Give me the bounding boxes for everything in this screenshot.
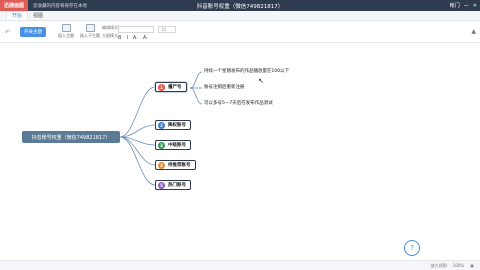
insert-topic-icon <box>61 24 71 32</box>
insert-subtopic-icon <box>85 24 95 32</box>
font-family-select[interactable] <box>118 26 154 33</box>
zoom-controls: 放大视图 100% ▣ <box>431 263 474 269</box>
insert-topic-button[interactable]: 插入主题 <box>58 24 74 39</box>
priority-4-icon: 4 <box>158 161 165 169</box>
leaf-topic-2[interactable]: 账号注销后重新注册 <box>204 84 245 90</box>
connector-leaf-1 <box>189 71 203 89</box>
tab-start[interactable]: 开始 <box>6 11 29 20</box>
priority-1-icon: 1 <box>158 83 165 91</box>
leaf-topic-1[interactable]: 持续一个星期发布的作品播放量在100以下 <box>204 68 289 74</box>
toolbar: ↶ 开关主题 插入主题 插入子主题 编辑模式 大纲模式 10 B I A· A·… <box>0 21 480 43</box>
insert-subtopic-label: 插入子主题 <box>80 33 100 38</box>
priority-3-icon: 3 <box>158 141 165 149</box>
topic-pending-account[interactable]: 4 待推荐账号 <box>155 160 196 170</box>
collapse-toolbar-icon[interactable]: ▲ <box>471 28 476 35</box>
connector-lines <box>119 71 203 186</box>
topic-label: 中级账号 <box>168 143 186 148</box>
topic-label: 待推荐账号 <box>168 163 191 168</box>
theme-button[interactable]: 开关主题 <box>20 27 46 37</box>
save-tip: 您收藏的内容将保存在本地 <box>33 3 88 9</box>
zoom-in-button[interactable]: 放大视图 <box>431 263 447 269</box>
edit-mode-toggle[interactable]: 编辑模式 <box>102 25 118 31</box>
user-name[interactable]: 帐门 <box>450 2 460 9</box>
mouse-cursor-icon: ↖ <box>258 77 264 85</box>
help-icon[interactable]: ? <box>404 240 420 256</box>
minimize-icon[interactable]: — <box>464 3 469 9</box>
bold-button[interactable]: B <box>118 35 121 41</box>
insert-topic-label: 插入主题 <box>58 33 74 38</box>
topic-demoted-account[interactable]: 2 降权账号 <box>155 120 191 130</box>
root-topic[interactable]: 抖音账号权重（微信749821817） <box>22 131 120 143</box>
undo-icon[interactable]: ↶ <box>5 29 10 36</box>
zoom-level: 100% <box>452 263 465 268</box>
menu-bar: 开始 视图 <box>0 11 480 21</box>
leaf-topic-3[interactable]: 可以多号5—7天后在发布作品测试 <box>204 100 273 106</box>
title-bar: 迅捷画图 您收藏的内容将保存在本地 抖音账号权重（微信749821817） 帐门… <box>0 0 480 11</box>
priority-2-icon: 2 <box>158 121 165 129</box>
app-name: 迅捷画图 <box>4 3 25 9</box>
outline-mode-toggle[interactable]: 大纲模式 <box>102 33 118 39</box>
status-bar: 放大视图 100% ▣ <box>0 260 480 270</box>
font-color-button[interactable]: A· <box>133 35 138 41</box>
connector-root-1 <box>119 86 156 138</box>
connector-leaf-3 <box>189 87 203 105</box>
close-icon[interactable]: ✕ <box>473 3 477 9</box>
topic-hot-account[interactable]: 5 热门账号 <box>155 180 191 190</box>
tab-view[interactable]: 视图 <box>28 11 48 20</box>
app-logo[interactable]: 迅捷画图 <box>0 0 29 11</box>
topic-mid-account[interactable]: 3 中级账号 <box>155 140 191 150</box>
topic-zombie-account[interactable]: 1 僵尸号 <box>155 82 187 92</box>
font-size-select[interactable]: 10 <box>158 26 176 33</box>
window-controls: 帐门 — ✕ <box>450 0 477 11</box>
topic-label: 僵尸号 <box>168 85 182 90</box>
format-buttons: B I A· A· <box>118 35 148 41</box>
highlight-button[interactable]: A· <box>143 35 148 41</box>
mindmap-canvas[interactable]: 抖音账号权重（微信749821817） 1 僵尸号 2 降权账号 3 中级账号 … <box>0 43 480 260</box>
fit-view-icon[interactable]: ▣ <box>470 263 474 268</box>
italic-button[interactable]: I <box>126 35 127 41</box>
topic-label: 降权账号 <box>168 123 186 128</box>
topic-label: 热门账号 <box>168 183 186 188</box>
insert-subtopic-button[interactable]: 插入子主题 <box>80 24 100 39</box>
priority-5-icon: 5 <box>158 181 165 189</box>
